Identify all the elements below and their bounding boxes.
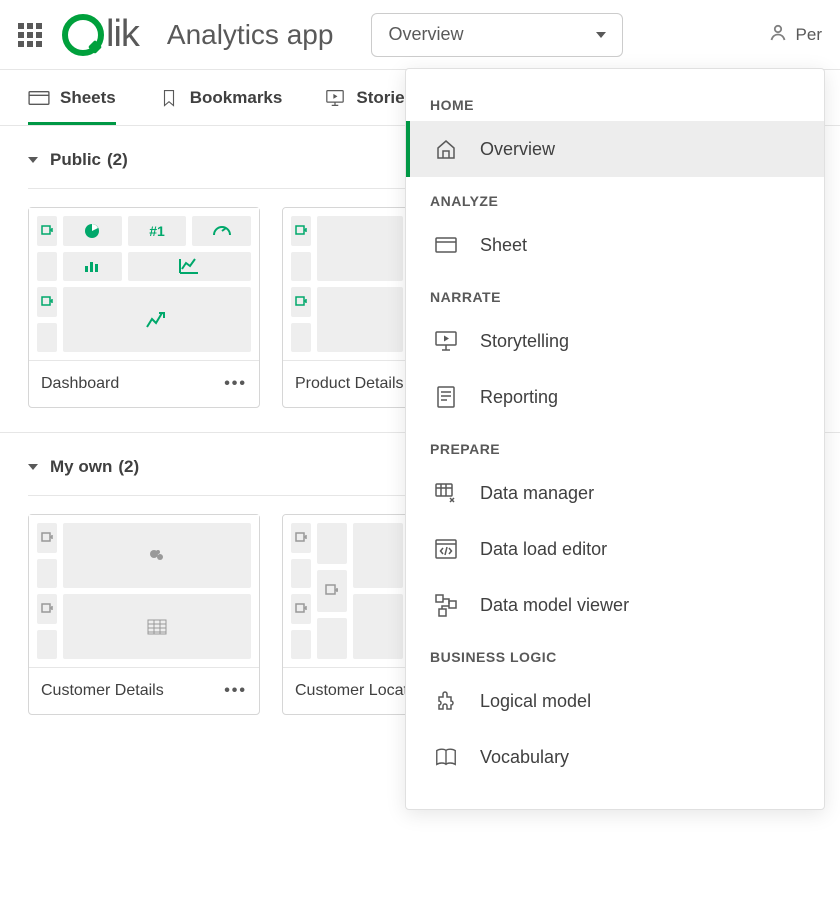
- more-icon[interactable]: •••: [224, 375, 247, 393]
- menu-item-overview[interactable]: Overview: [406, 121, 824, 177]
- apps-grid-icon[interactable]: [18, 23, 42, 47]
- view-dropdown[interactable]: Overview: [371, 13, 623, 57]
- code-editor-icon: [434, 537, 458, 561]
- menu-group-business-logic: BUSINESS LOGIC: [406, 633, 824, 673]
- menu-item-logical-model[interactable]: Logical model: [406, 673, 824, 729]
- menu-item-label: Data manager: [480, 483, 594, 504]
- card-dashboard[interactable]: #1 Dashboard •••: [28, 207, 260, 408]
- tab-label: Sheets: [60, 88, 116, 108]
- menu-item-storytelling[interactable]: Storytelling: [406, 313, 824, 369]
- menu-item-label: Sheet: [480, 235, 527, 256]
- menu-group-analyze: ANALYZE: [406, 177, 824, 217]
- chevron-down-icon: [596, 32, 606, 38]
- menu-item-label: Data load editor: [480, 539, 607, 560]
- view-dropdown-menu: HOME Overview ANALYZE Sheet NARRATE Stor…: [405, 68, 825, 810]
- user-label: Per: [796, 25, 822, 45]
- book-icon: [434, 745, 458, 769]
- card-preview: #1: [29, 208, 259, 360]
- chevron-down-icon: [28, 464, 38, 470]
- section-count: (2): [107, 150, 128, 170]
- qlik-logo: lik: [62, 13, 139, 56]
- menu-group-home: HOME: [406, 81, 824, 121]
- card-preview: [283, 208, 411, 360]
- menu-item-data-manager[interactable]: Data manager: [406, 465, 824, 521]
- tab-label: Bookmarks: [190, 88, 283, 108]
- puzzle-icon: [434, 689, 458, 713]
- card-title: Customer Details: [41, 682, 164, 700]
- user-menu[interactable]: Per: [768, 22, 822, 47]
- menu-item-data-model-viewer[interactable]: Data model viewer: [406, 577, 824, 633]
- card-customer-location[interactable]: Customer Location: [282, 514, 412, 715]
- sheet-icon: [28, 89, 50, 107]
- section-title: My own: [50, 457, 112, 477]
- user-icon: [768, 22, 788, 47]
- menu-group-narrate: NARRATE: [406, 273, 824, 313]
- menu-item-label: Data model viewer: [480, 595, 629, 616]
- report-icon: [434, 385, 458, 409]
- sheet-icon: [434, 233, 458, 257]
- bookmark-icon: [158, 89, 180, 107]
- menu-item-reporting[interactable]: Reporting: [406, 369, 824, 425]
- home-icon: [434, 137, 458, 161]
- topbar: lik Analytics app Overview Per: [0, 0, 840, 70]
- view-dropdown-label: Overview: [388, 24, 463, 45]
- app-title: Analytics app: [167, 19, 334, 51]
- tab-sheets[interactable]: Sheets: [28, 70, 116, 125]
- data-manager-icon: [434, 481, 458, 505]
- menu-item-data-load-editor[interactable]: Data load editor: [406, 521, 824, 577]
- tab-bookmarks[interactable]: Bookmarks: [158, 70, 283, 125]
- play-monitor-icon: [434, 329, 458, 353]
- section-title: Public: [50, 150, 101, 170]
- section-count: (2): [118, 457, 139, 477]
- tab-stories[interactable]: Stories: [324, 70, 414, 125]
- menu-item-label: Storytelling: [480, 331, 569, 352]
- menu-group-prepare: PREPARE: [406, 425, 824, 465]
- card-preview: [29, 515, 259, 667]
- card-preview: [283, 515, 411, 667]
- card-title: Dashboard: [41, 375, 119, 393]
- menu-item-sheet[interactable]: Sheet: [406, 217, 824, 273]
- card-customer-details[interactable]: Customer Details •••: [28, 514, 260, 715]
- menu-item-label: Overview: [480, 139, 555, 160]
- menu-item-label: Reporting: [480, 387, 558, 408]
- chevron-down-icon: [28, 157, 38, 163]
- menu-item-label: Logical model: [480, 691, 591, 712]
- card-product-details[interactable]: Product Details: [282, 207, 412, 408]
- menu-item-vocabulary[interactable]: Vocabulary: [406, 729, 824, 785]
- model-viewer-icon: [434, 593, 458, 617]
- card-title: Customer Location: [295, 682, 412, 700]
- more-icon[interactable]: •••: [224, 682, 247, 700]
- qlik-q-icon: [62, 14, 104, 56]
- card-title: Product Details: [295, 375, 404, 393]
- play-monitor-icon: [324, 89, 346, 107]
- menu-item-label: Vocabulary: [480, 747, 569, 768]
